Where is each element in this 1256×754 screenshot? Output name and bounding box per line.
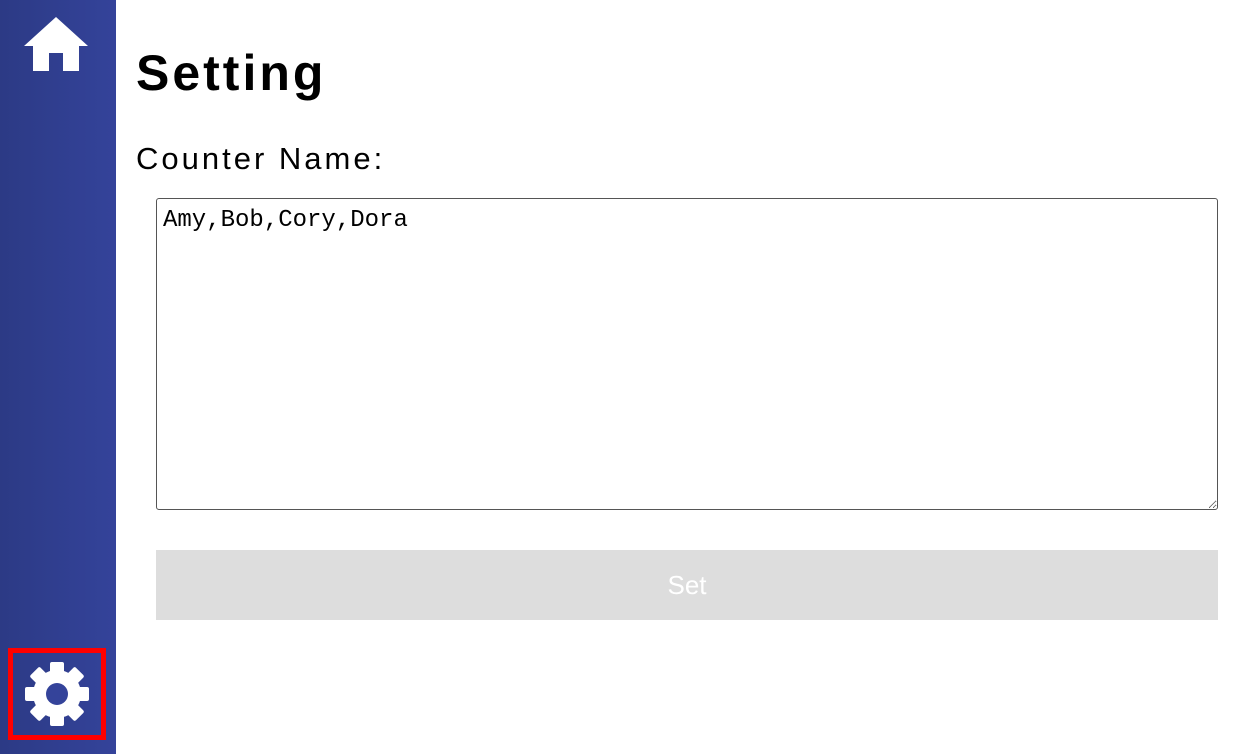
set-button[interactable]: Set — [156, 550, 1218, 620]
sidebar — [0, 0, 116, 754]
sidebar-item-home[interactable] — [22, 14, 90, 74]
page-title: Setting — [136, 45, 327, 101]
counter-name-label: Counter Name: — [136, 141, 386, 176]
sidebar-item-settings[interactable] — [8, 648, 106, 740]
home-icon — [24, 17, 88, 71]
gear-icon — [25, 662, 89, 726]
counter-name-textarea[interactable]: Amy,Bob,Cory,Dora — [156, 198, 1218, 510]
app-window: Setting Counter Name: Amy,Bob,Cory,Dora … — [0, 0, 1256, 754]
